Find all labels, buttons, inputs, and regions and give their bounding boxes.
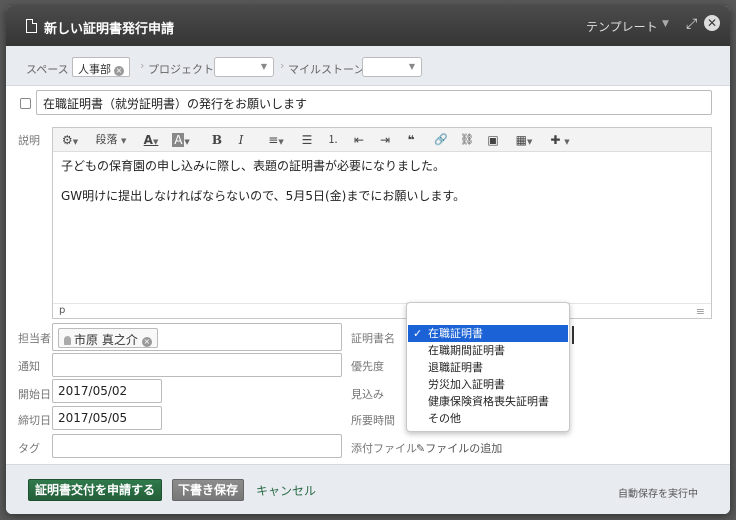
certificate-label: 証明書名 xyxy=(351,332,395,345)
quote-icon[interactable]: ❝ xyxy=(403,131,419,149)
paragraph-label: 段落 xyxy=(95,133,118,146)
chevron-down-icon: ▼ xyxy=(260,62,267,71)
attachment-label: 添付ファイル xyxy=(351,442,417,455)
description-editor: ⚙▼ 段落 ▼ A▼ A ▼ B I ≡▼ ☰ ⒈ ⇤ ⇥ ❝ 🔗 ⛓ ▣ ▦▼ … xyxy=(52,127,712,319)
chevron-down-icon: ▼ xyxy=(184,138,190,146)
table-icon[interactable]: ▦▼ xyxy=(511,131,537,149)
space-label: スペース xyxy=(26,63,69,76)
space-tag-label: 人事部 xyxy=(78,63,111,76)
gear-icon[interactable]: ⚙▼ xyxy=(59,131,81,149)
assignee-tag[interactable]: 市原 真之介 × xyxy=(58,328,158,348)
autosave-status: 自動保存を実行中 xyxy=(618,489,698,500)
dropdown-option[interactable]: 労災加入証明書 xyxy=(408,376,568,393)
add-file-label: ファイルの追加 xyxy=(425,442,503,455)
dropdown-option[interactable]: 退職証明書 xyxy=(408,359,568,376)
project-select[interactable]: ▼ xyxy=(214,57,274,77)
space-tag[interactable]: 人事部 × xyxy=(72,57,130,77)
dropdown-option-selected[interactable]: ✓ 在職証明書 xyxy=(408,325,568,342)
chevron-down-icon: ▼ xyxy=(278,138,284,146)
font-color-glyph: A xyxy=(143,133,153,147)
description-paragraph: GW明けに提出しなければならないので、5月5日(金)までにお願いします。 xyxy=(61,189,466,203)
link-icon[interactable]: 🔗 xyxy=(433,131,449,149)
bullet-list-icon[interactable]: ☰ xyxy=(299,131,315,149)
document-icon xyxy=(26,19,37,33)
milestone-select[interactable]: ▼ xyxy=(362,57,422,77)
notify-label: 通知 xyxy=(18,360,40,373)
paragraph-format-button[interactable]: 段落 ▼ xyxy=(91,131,131,149)
remove-assignee-icon[interactable]: × xyxy=(141,337,152,347)
numbered-list-icon[interactable]: ⒈ xyxy=(325,131,341,149)
settings-glyph: ⚙ xyxy=(61,133,73,147)
expand-icon[interactable]: ⤢ xyxy=(686,16,697,32)
unlink-icon[interactable]: ⛓ xyxy=(459,131,475,149)
align-glyph: ≡ xyxy=(268,133,279,147)
description-paragraph: 子どもの保育園の申し込みに際し、表題の証明書が必要になりました。 xyxy=(61,159,446,173)
description-text-area[interactable]: 子どもの保育園の申し込みに際し、表題の証明書が必要になりました。 GW明けに提出… xyxy=(53,153,711,303)
checkmark-icon: ✓ xyxy=(413,327,423,340)
plugin-glyph: ✚ xyxy=(550,133,561,147)
due-date-label: 締切日 xyxy=(18,414,51,427)
add-file-link[interactable]: ✎ファイルの追加 xyxy=(416,440,502,456)
outdent-icon[interactable]: ⇤ xyxy=(351,131,367,149)
option-label: 在職証明書 xyxy=(428,327,483,340)
chevron-down-icon: ▼ xyxy=(408,62,415,71)
chevron-down-icon: ▼ xyxy=(72,138,79,146)
plugin-icon[interactable]: ✚ ▼ xyxy=(545,131,575,149)
chevron-down-icon: ▼ xyxy=(121,137,127,145)
person-icon xyxy=(64,336,71,345)
start-date-label: 開始日 xyxy=(18,388,51,401)
dialog-titlebar: 新しい証明書発行申請 テンプレート ▼ ⤢ ✕ xyxy=(6,6,730,46)
bold-icon[interactable]: B xyxy=(209,131,225,149)
chevron-down-icon: ▼ xyxy=(526,138,533,146)
chevron-down-icon: ▼ xyxy=(564,138,570,146)
subject-checkbox[interactable] xyxy=(20,98,31,109)
template-menu[interactable]: テンプレート xyxy=(586,18,658,35)
separator-icon: › xyxy=(280,59,285,72)
dropdown-option[interactable]: 健康保険資格喪失証明書 xyxy=(408,393,568,410)
certificate-select[interactable] xyxy=(571,326,574,344)
certificate-dropdown-menu: ✓ 在職証明書 在職期間証明書 退職証明書 労災加入証明書 健康保険資格喪失証明書… xyxy=(406,302,570,432)
resize-handle-icon[interactable]: ≡ xyxy=(696,305,705,318)
description-label: 説明 xyxy=(18,134,40,147)
milestone-label: マイルストーン xyxy=(288,63,365,76)
save-draft-button[interactable]: 下書き保存 xyxy=(172,479,244,501)
cancel-button[interactable]: キャンセル xyxy=(256,482,316,499)
tags-field[interactable] xyxy=(52,434,342,458)
due-date-input[interactable]: 2017/05/05 xyxy=(52,406,162,430)
editor-statusbar: p ≡ xyxy=(53,303,711,318)
table-glyph: ▦ xyxy=(515,133,527,147)
remove-space-icon[interactable]: × xyxy=(114,66,124,76)
start-date-input[interactable]: 2017/05/02 xyxy=(52,379,162,403)
background-color-icon[interactable]: A ▼ xyxy=(169,131,193,149)
dialog-footer: 証明書交付を申請する 下書き保存 キャンセル 自動保存を実行中 xyxy=(6,464,730,514)
italic-icon[interactable]: I xyxy=(233,131,249,149)
estimate-label: 見込み xyxy=(351,388,384,401)
subject-input[interactable]: 在職証明書（就労証明書）の発行をお願いします xyxy=(36,90,712,115)
submit-request-button[interactable]: 証明書交付を申請する xyxy=(28,479,162,501)
dropdown-option[interactable]: 在職期間証明書 xyxy=(408,342,568,359)
dialog-title: 新しい証明書発行申請 xyxy=(44,22,175,37)
close-icon[interactable]: ✕ xyxy=(704,15,720,31)
indent-icon[interactable]: ⇥ xyxy=(377,131,393,149)
meta-bar: スペース 人事部 × › プロジェクト ▼ › マイルストーン ▼ xyxy=(6,46,730,86)
project-label: プロジェクト xyxy=(148,63,214,76)
dropdown-option[interactable]: その他 xyxy=(408,410,568,427)
assignee-name: 市原 真之介 xyxy=(74,333,138,347)
tags-label: タグ xyxy=(18,442,40,455)
time-spent-label: 所要時間 xyxy=(351,414,395,427)
new-request-dialog: 新しい証明書発行申請 テンプレート ▼ ⤢ ✕ スペース 人事部 × › プロジェ… xyxy=(6,6,730,514)
separator-icon: › xyxy=(140,59,145,72)
bg-color-glyph: A xyxy=(172,133,185,147)
notify-field[interactable] xyxy=(52,353,342,377)
align-icon[interactable]: ≡▼ xyxy=(263,131,289,149)
chevron-down-icon[interactable]: ▼ xyxy=(662,19,669,29)
chevron-down-icon: ▼ xyxy=(152,138,159,146)
priority-label: 優先度 xyxy=(351,360,384,373)
font-color-icon[interactable]: A▼ xyxy=(139,131,163,149)
editor-toolbar: ⚙▼ 段落 ▼ A▼ A ▼ B I ≡▼ ☰ ⒈ ⇤ ⇥ ❝ 🔗 ⛓ ▣ ▦▼ … xyxy=(53,128,711,152)
paperclip-icon: ✎ xyxy=(416,442,426,455)
element-path: p xyxy=(59,305,66,316)
image-icon[interactable]: ▣ xyxy=(485,131,501,149)
assignee-label: 担当者 xyxy=(18,332,51,345)
